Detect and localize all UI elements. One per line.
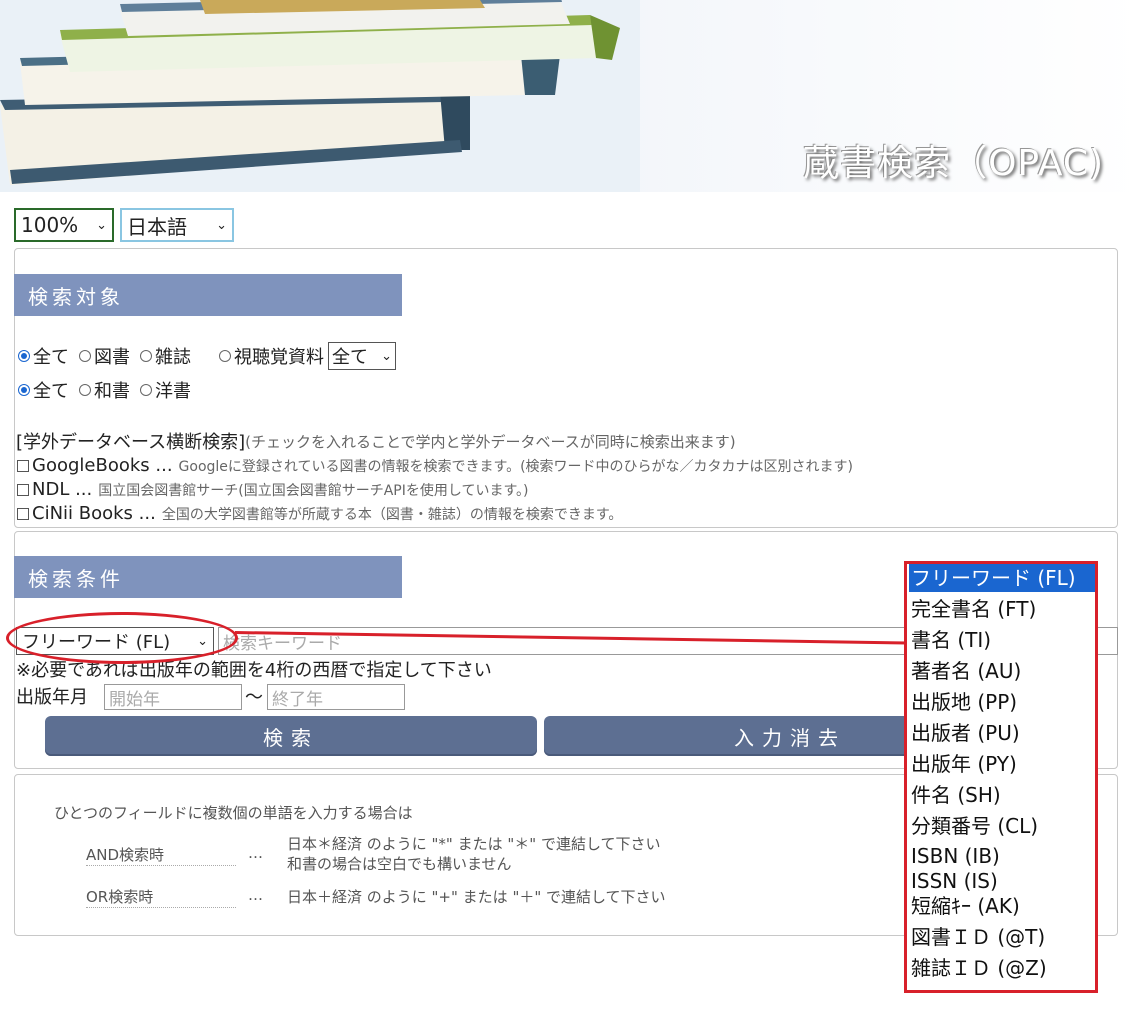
dropdown-option-is[interactable]: ISSN (IS) xyxy=(909,867,1095,895)
language-value: 日本語 xyxy=(127,214,187,239)
year-start-input[interactable]: 開始年 xyxy=(104,684,242,710)
and-dots: … xyxy=(248,844,263,862)
cross-search-note: (チェックを入れることで学内と学外データベースが同時に検索出来ます) xyxy=(245,432,736,451)
or-search-label: OR検索時 xyxy=(86,886,236,908)
dropdown-option-au[interactable]: 著者名 (AU) xyxy=(909,657,1095,685)
database-note: Googleに登録されている図書の情報を検索できます。(検索ワード中のひらがな／… xyxy=(178,458,854,475)
books-illustration xyxy=(0,0,640,192)
database-name[interactable]: NDL ... xyxy=(32,479,92,500)
help-intro: ひとつのフィールドに複数個の単語を入力する場合は xyxy=(54,804,413,822)
chevron-down-icon: ⌄ xyxy=(216,217,227,233)
database-name[interactable]: GoogleBooks ... xyxy=(32,455,173,476)
year-start-placeholder: 開始年 xyxy=(109,689,160,710)
radio-lang-western[interactable] xyxy=(140,384,152,396)
chevron-down-icon: ⌄ xyxy=(381,348,392,364)
radio-label: 全て xyxy=(33,347,69,368)
dropdown-option-t[interactable]: 図書ＩＤ (@T) xyxy=(909,923,1095,951)
dropdown-option-ib[interactable]: ISBN (IB) xyxy=(909,842,1095,870)
radio-type-journal[interactable] xyxy=(140,350,152,362)
cross-search-label: [学外データベース横断検索] xyxy=(16,432,246,453)
radio-label: 雑誌 xyxy=(155,347,191,368)
dropdown-option-sh[interactable]: 件名 (SH) xyxy=(909,781,1095,809)
and-search-text: 日本＊経済 のように "*" または "＊" で連結して下さい xyxy=(287,835,661,853)
chevron-down-icon: ⌄ xyxy=(96,217,107,233)
dropdown-option-ak[interactable]: 短縮ｷｰ (AK) xyxy=(909,892,1095,920)
database-note: 全国の大学図書館等が所蔵する本（図書・雑誌）の情報を検索できます。 xyxy=(161,506,623,523)
radio-label: 全て xyxy=(33,381,69,402)
material-type-row: 全て 図書 雑誌 視聴覚資料 全て ⌄ xyxy=(16,342,396,370)
year-separator: 〜 xyxy=(245,687,263,708)
radio-label: 和書 xyxy=(94,381,130,402)
cinii-checkbox[interactable] xyxy=(17,507,29,520)
field-dropdown-list: フリーワード (FL) 完全書名 (FT) 書名 (TI) 著者名 (AU) 出… xyxy=(904,561,1098,993)
av-type-select[interactable]: 全て ⌄ xyxy=(328,342,396,370)
database-name[interactable]: CiNii Books ... xyxy=(32,503,156,524)
radio-type-av[interactable] xyxy=(219,350,231,362)
year-end-input[interactable]: 終了年 xyxy=(267,684,405,710)
database-note: 国立国会図書館サーチ(国立国会図書館サーチAPIを使用しています。) xyxy=(98,482,529,499)
language-select[interactable]: 日本語 ⌄ xyxy=(120,208,234,242)
language-type-row: 全て 和書 洋書 xyxy=(16,377,191,403)
page-title: 蔵書検索（OPAC) xyxy=(803,143,1104,184)
year-label: 出版年月 xyxy=(16,687,88,708)
dropdown-option-pp[interactable]: 出版地 (PP) xyxy=(909,688,1095,716)
dropdown-option-fl[interactable]: フリーワード (FL) xyxy=(909,564,1095,592)
zoom-value: 100% xyxy=(21,213,79,237)
search-conditions-heading: 検索条件 xyxy=(14,556,402,598)
dropdown-option-ft[interactable]: 完全書名 (FT) xyxy=(909,595,1095,623)
googlebooks-checkbox[interactable] xyxy=(17,459,29,472)
search-target-heading: 検索対象 xyxy=(14,274,402,316)
radio-label: 視聴覚資料 xyxy=(234,347,324,368)
dropdown-option-cl[interactable]: 分類番号 (CL) xyxy=(909,812,1095,840)
year-range-row: 出版年月 xyxy=(16,683,88,709)
radio-label: 洋書 xyxy=(155,381,191,402)
cross-search-row: [学外データベース横断検索] (チェックを入れることで学内と学外データベースが同… xyxy=(16,428,736,454)
or-search-text: 日本＋経済 のように "+" または "＋" で連結して下さい xyxy=(287,888,666,906)
or-dots: … xyxy=(248,886,263,904)
zoom-select[interactable]: 100% ⌄ xyxy=(14,208,114,242)
search-button[interactable]: 検索 xyxy=(45,716,537,756)
database-row-ndl: NDL ... 国立国会図書館サーチ(国立国会図書館サーチAPIを使用しています… xyxy=(17,479,529,500)
radio-label: 図書 xyxy=(94,347,130,368)
radio-type-book[interactable] xyxy=(79,350,91,362)
radio-lang-all[interactable] xyxy=(18,384,30,396)
and-search-label: AND検索時 xyxy=(86,844,236,866)
database-row-googlebooks: GoogleBooks ... Googleに登録されている図書の情報を検索でき… xyxy=(17,455,853,476)
banner: 蔵書検索（OPAC) xyxy=(0,0,1142,192)
dropdown-option-pu[interactable]: 出版者 (PU) xyxy=(909,719,1095,747)
and-search-text-2: 和書の場合は空白でも構いません xyxy=(287,855,512,873)
ndl-checkbox[interactable] xyxy=(17,483,29,496)
annotation-ellipse xyxy=(6,612,238,664)
dropdown-option-ti[interactable]: 書名 (TI) xyxy=(909,626,1095,654)
radio-type-all[interactable] xyxy=(18,350,30,362)
radio-lang-japanese[interactable] xyxy=(79,384,91,396)
av-type-value: 全て xyxy=(332,347,368,368)
dropdown-option-z[interactable]: 雑誌ＩＤ (@Z) xyxy=(909,954,1095,982)
dropdown-option-py[interactable]: 出版年 (PY) xyxy=(909,750,1095,778)
database-row-cinii: CiNii Books ... 全国の大学図書館等が所蔵する本（図書・雑誌）の情… xyxy=(17,503,622,524)
year-end-placeholder: 終了年 xyxy=(272,689,323,710)
